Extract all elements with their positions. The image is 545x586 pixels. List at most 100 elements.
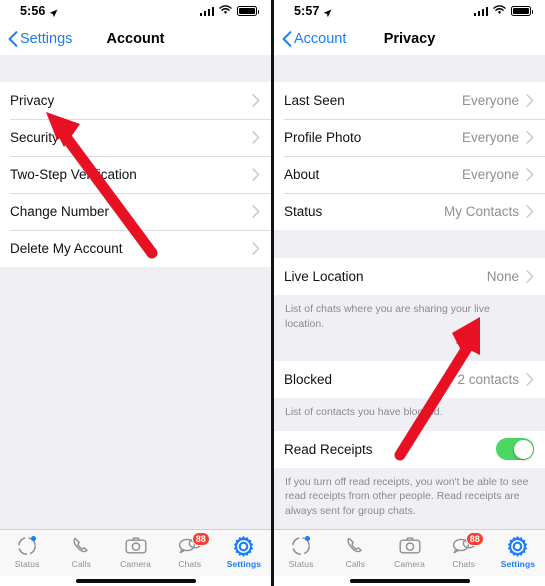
- row-label: Read Receipts: [284, 441, 373, 457]
- chevron-right-icon: [526, 205, 534, 218]
- tab-settings[interactable]: Settings: [217, 534, 271, 569]
- tab-label: Camera: [394, 559, 425, 569]
- row-label: Status: [284, 204, 323, 219]
- back-button-account[interactable]: Account: [282, 31, 346, 47]
- camera-icon: [398, 534, 422, 558]
- back-button-label: Settings: [20, 30, 73, 47]
- chevron-right-icon: [252, 205, 260, 218]
- row-last-seen[interactable]: Last Seen Everyone: [274, 82, 545, 119]
- status-time: 5:56: [20, 4, 46, 18]
- left-phone-screen-account: 5:56 Settings Account Privacy Security T…: [0, 0, 271, 586]
- tab-calls[interactable]: Calls: [328, 534, 382, 569]
- phone-handset-icon: [344, 534, 366, 558]
- live-location-footnote: List of chats where you are sharing your…: [274, 295, 545, 361]
- gear-icon: [506, 534, 529, 558]
- live-location-group: Live Location None: [274, 258, 545, 295]
- chevron-right-icon: [252, 168, 260, 181]
- row-value: 2 contacts: [457, 372, 519, 387]
- chevron-right-icon: [252, 94, 260, 107]
- right-status-time-group: 5:57: [294, 4, 332, 18]
- row-profile-photo[interactable]: Profile Photo Everyone: [274, 119, 545, 156]
- right-phone-screen-privacy: 5:57 Account Privacy Last Seen Everyone …: [274, 0, 545, 586]
- tab-label: Status: [288, 559, 314, 569]
- row-label: Two-Step Verification: [10, 167, 137, 182]
- group-top-gap: [274, 55, 545, 82]
- row-privacy[interactable]: Privacy: [0, 82, 271, 119]
- privacy-visibility-list: Last Seen Everyone Profile Photo Everyon…: [274, 82, 545, 230]
- left-status-indicators: [199, 2, 259, 20]
- row-label: Delete My Account: [10, 241, 123, 256]
- left-home-indicator-area: [0, 576, 271, 586]
- status-ring-icon: [290, 534, 312, 558]
- home-indicator[interactable]: [349, 579, 470, 583]
- tab-label: Settings: [500, 559, 536, 569]
- tab-settings[interactable]: Settings: [491, 534, 545, 569]
- row-value: Everyone: [461, 130, 519, 145]
- tab-label: Calls: [71, 559, 91, 569]
- tab-camera[interactable]: Camera: [382, 534, 436, 569]
- tab-label: Status: [14, 559, 40, 569]
- location-arrow-icon: [49, 7, 58, 17]
- row-live-location[interactable]: Live Location None: [274, 258, 545, 295]
- chevron-right-icon: [252, 131, 260, 144]
- left-status-bar: 5:56: [0, 0, 271, 22]
- row-status[interactable]: Status My Contacts: [274, 193, 545, 230]
- phone-handset-icon: [70, 534, 92, 558]
- chats-unread-badge: 88: [465, 532, 484, 546]
- row-label: Profile Photo: [284, 130, 362, 145]
- right-status-indicators: [473, 2, 533, 20]
- row-value: My Contacts: [443, 204, 519, 219]
- dual-screenshot-container: 5:56 Settings Account Privacy Security T…: [0, 0, 545, 586]
- account-settings-list: Privacy Security Two-Step Verification C…: [0, 82, 271, 267]
- row-about[interactable]: About Everyone: [274, 156, 545, 193]
- chevron-right-icon: [252, 242, 260, 255]
- gear-icon: [232, 534, 255, 558]
- read-receipts-group: Read Receipts: [274, 430, 545, 468]
- status-time: 5:57: [294, 4, 320, 18]
- row-change-number[interactable]: Change Number: [0, 193, 271, 230]
- home-indicator[interactable]: [75, 579, 196, 583]
- cellular-signal-icon: [473, 6, 488, 16]
- row-value: Everyone: [461, 93, 519, 108]
- read-receipts-footnote: If you turn off read receipts, you won't…: [274, 467, 545, 527]
- right-home-indicator-area: [274, 576, 545, 586]
- tab-status[interactable]: Status: [0, 534, 54, 569]
- row-label: Privacy: [10, 93, 55, 108]
- toggle-knob: [513, 439, 533, 459]
- cellular-signal-icon: [199, 6, 214, 16]
- chevron-left-icon: [8, 30, 18, 47]
- blocked-group: Blocked 2 contacts: [274, 361, 545, 398]
- chevron-right-icon: [526, 373, 534, 386]
- chevron-right-icon: [526, 94, 534, 107]
- wifi-icon: [493, 2, 506, 20]
- left-nav-bar: Settings Account: [0, 22, 271, 55]
- row-read-receipts[interactable]: Read Receipts: [274, 430, 545, 468]
- status-ring-icon: [16, 534, 38, 558]
- tab-label: Settings: [226, 559, 262, 569]
- row-security[interactable]: Security: [0, 119, 271, 156]
- row-two-step-verification[interactable]: Two-Step Verification: [0, 156, 271, 193]
- chevron-right-icon: [526, 270, 534, 283]
- row-delete-my-account[interactable]: Delete My Account: [0, 230, 271, 267]
- row-label: Last Seen: [284, 93, 345, 108]
- row-blocked[interactable]: Blocked 2 contacts: [274, 361, 545, 398]
- group-separator-gap: [274, 230, 545, 258]
- back-button-settings[interactable]: Settings: [8, 31, 72, 47]
- row-label: About: [284, 167, 320, 182]
- tab-calls[interactable]: Calls: [54, 534, 108, 569]
- tab-status[interactable]: Status: [274, 534, 328, 569]
- row-label: Live Location: [284, 269, 364, 284]
- chevron-left-icon: [282, 30, 292, 47]
- row-label: Blocked: [284, 372, 333, 387]
- tab-label: Chats: [178, 559, 202, 569]
- read-receipts-toggle[interactable]: [496, 438, 534, 460]
- back-button-label: Account: [294, 30, 347, 47]
- tab-label: Calls: [345, 559, 365, 569]
- right-tab-bar: Status Calls Camera 88 Chats Settings: [274, 529, 545, 576]
- left-tab-bar: Status Calls Camera 88 Chats Settings: [0, 529, 271, 576]
- tab-camera[interactable]: Camera: [108, 534, 162, 569]
- tab-chats[interactable]: 88 Chats: [163, 532, 217, 569]
- chevron-right-icon: [526, 131, 534, 144]
- tab-chats[interactable]: 88 Chats: [437, 532, 491, 569]
- blocked-footnote: List of contacts you have blocked.: [274, 398, 545, 431]
